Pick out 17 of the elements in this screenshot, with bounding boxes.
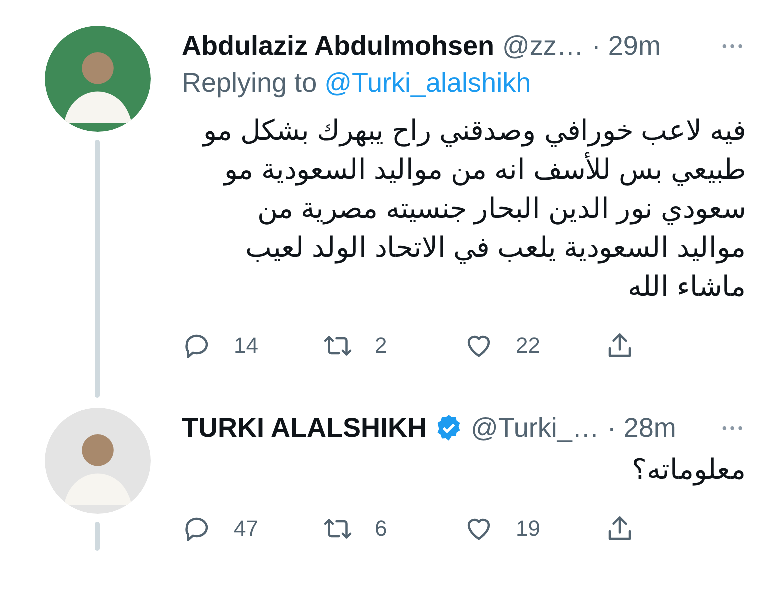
reply-count: 47 (234, 516, 258, 542)
like-count: 19 (516, 516, 540, 542)
reply-count: 14 (234, 333, 258, 359)
tweet-text: فيه لاعب خورافي وصدقني راح يبهرك بشكل مو طبيعي بس للأسف انه من مواليد السعودية مو سعودي نور الدين البحار جنسيته مصرية من مواليد السعودية يلعب في الاتحاد الولد لعيب ماشاء الله (201, 114, 746, 304)
like-count: 22 (516, 333, 540, 359)
user-handle[interactable]: @zz… (502, 30, 584, 62)
timestamp[interactable]: · 29m (592, 30, 661, 62)
user-name[interactable]: TURKI ALALSHIKH (182, 412, 427, 444)
avatar[interactable] (44, 26, 150, 132)
retweet-count: 2 (375, 333, 388, 359)
avatar[interactable] (44, 408, 150, 514)
user-name[interactable]: Abdulaziz Abdulmohsen (182, 30, 494, 62)
retweet-count: 6 (375, 516, 388, 542)
user-handle[interactable]: @Turki_… (470, 412, 600, 444)
tweet-text: معلوماته؟ (631, 453, 746, 488)
replying-to-text: Replying to @Turki_alalshikh (182, 68, 532, 99)
timestamp[interactable]: · 28m (607, 412, 676, 444)
